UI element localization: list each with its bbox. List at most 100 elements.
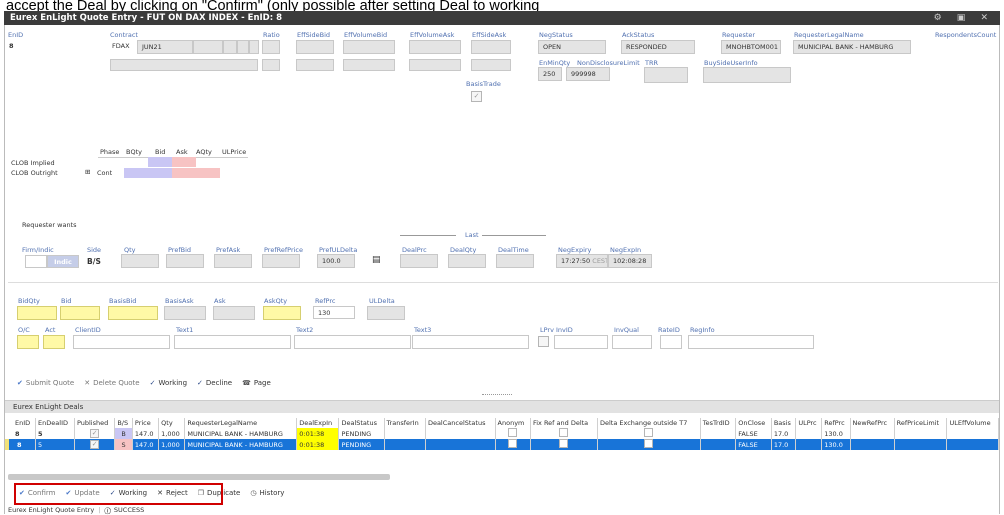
contract-extra-field-2[interactable] [249,40,259,54]
deal-row-selected[interactable]: 8 5 ✓ S 147.0 1,000 MUNICIPAL BANK - HAM… [5,439,999,450]
rateid-input[interactable] [660,335,682,349]
deals-column-header[interactable]: RefPriceLimit [894,418,948,428]
deals-column-header[interactable]: Qty [158,418,186,428]
deals-column-header[interactable]: ULEffVolume [946,418,999,428]
clob-header-bqty: BQty [126,148,142,156]
deals-column-header[interactable]: Price [132,418,160,428]
askqty-input[interactable] [263,306,301,320]
working-quote-button[interactable]: ✓ Working [150,379,187,387]
ask-input[interactable] [213,306,255,320]
published-checkbox[interactable]: ✓ [90,429,100,438]
published-checkbox[interactable]: ✓ [90,440,100,449]
deals-column-header[interactable]: Basis [771,418,797,428]
contract-type-field[interactable] [223,40,237,54]
invqual-input[interactable] [612,335,652,349]
deltaexchange-checkbox[interactable] [644,439,654,448]
oc-input[interactable] [17,335,39,349]
prefask-field [214,254,252,268]
fixref-checkbox[interactable] [559,439,569,448]
deal-expin: 0:01:38 [296,428,340,439]
expand-icon[interactable]: ⊞ [85,168,90,176]
deals-column-header[interactable]: EnDealID [35,418,75,428]
deals-column-header[interactable]: Fix Ref and Delta [530,418,598,428]
deals-section-title: Eurex EnLight Deals [5,400,999,413]
text2-input[interactable] [294,335,411,349]
dealtime-field [496,254,534,268]
deals-column-header[interactable]: Delta Exchange outside T7 [597,418,701,428]
history-button[interactable]: ◷ History [250,489,284,497]
deltaexchange-checkbox[interactable] [644,428,654,437]
window-title-bar: Eurex EnLight Quote Entry - FUT ON DAX I… [4,11,1000,25]
deal-status: PENDING [338,428,385,439]
ackstatus-label: AckStatus [622,31,655,39]
deals-column-header[interactable]: B/S [114,418,133,428]
basisbid-input[interactable] [108,306,158,320]
text3-input[interactable] [412,335,529,349]
history-icon: ◷ [250,489,257,497]
refprc-input[interactable]: 130 [313,306,355,319]
requesterlegalname-field: MUNICIPAL BANK - HAMBURG [793,40,911,54]
deals-column-header[interactable]: Published [74,418,116,428]
deals-column-header[interactable]: DealStatus [338,418,385,428]
effsidebid-field [296,40,334,54]
effvolumeask-field-2 [409,59,461,71]
deals-column-header[interactable]: RefPrc [821,418,851,428]
bid-input[interactable] [60,306,100,320]
bidqty-input[interactable] [17,306,57,320]
decline-button[interactable]: ✓ Decline [197,379,232,387]
act-input[interactable] [43,335,65,349]
clob-ask-cell-outright [172,168,220,178]
deals-column-header[interactable]: DealCancelStatus [425,418,496,428]
reginfo-input[interactable] [688,335,814,349]
effvolumeask-label: EffVolumeAsk [410,31,455,39]
submit-quote-button[interactable]: ✔ Submit Quote [17,379,74,387]
firm-field[interactable] [25,255,47,268]
fixref-checkbox[interactable] [559,428,569,437]
deals-column-header[interactable]: OnClose [735,418,772,428]
deals-column-header[interactable]: NewRefPrc [850,418,895,428]
page-button[interactable]: ☎ Page [242,379,271,387]
contract-extra-field[interactable] [237,40,249,54]
deal-row[interactable]: 8 5 ✓ B 147.0 1,000 MUNICIPAL BANK - HAM… [7,428,999,439]
horizontal-scrollbar[interactable] [8,474,390,480]
decline-label: Decline [205,379,233,387]
invid-input[interactable] [554,335,608,349]
contract-expiry-field[interactable]: JUN21 [137,40,193,54]
requesterlegalname-label: RequesterLegalName [794,31,864,39]
deals-column-header[interactable]: EnID [7,418,37,428]
text1-label: Text1 [176,326,194,334]
basisask-input[interactable] [164,306,206,320]
anonym-checkbox[interactable] [508,428,518,437]
effsideask-field-2 [471,59,511,71]
deal-enid: 8 [7,428,37,439]
prefrefprice-field [262,254,300,268]
effsideask-label: EffSideAsk [472,31,507,39]
deals-column-header[interactable]: TesTrdID [700,418,737,428]
qty-label: Qty [124,246,136,254]
trr-label: TRR [645,59,659,67]
contract-strike-field[interactable] [193,40,223,54]
uldelta-input[interactable] [367,306,405,320]
splitter-handle[interactable] [482,394,512,396]
deal-bs: S [114,439,133,450]
basistrade-checkbox[interactable]: ✓ [471,91,482,102]
deals-column-header[interactable]: Anonym [495,418,531,428]
anonym-checkbox[interactable] [508,439,518,448]
text1-input[interactable] [174,335,291,349]
window-controls[interactable]: ⚙ ▣ ✕ [934,11,994,25]
deals-column-header[interactable]: RequesterLegalName [184,418,298,428]
deals-column-header[interactable]: TransferIn [384,418,426,428]
indic-toggle[interactable]: Indic [47,255,79,268]
deals-column-header[interactable]: DealExpIn [296,418,340,428]
clientid-input[interactable] [73,335,170,349]
deal-refprc: 130.0 [821,428,851,439]
lprv-checkbox[interactable] [538,336,549,347]
deals-column-header[interactable]: ULPrc [795,418,823,428]
page-label: Page [253,379,271,387]
nondisclosurelimit-field: 999998 [566,67,610,81]
clob-bid-cell-implied [148,157,172,167]
delete-quote-button[interactable]: ✕ Delete Quote [84,379,139,387]
deal-uleffvolume [946,428,999,439]
oc-label: O/C [18,326,30,334]
copy-icon[interactable]: ▤ [372,255,381,265]
